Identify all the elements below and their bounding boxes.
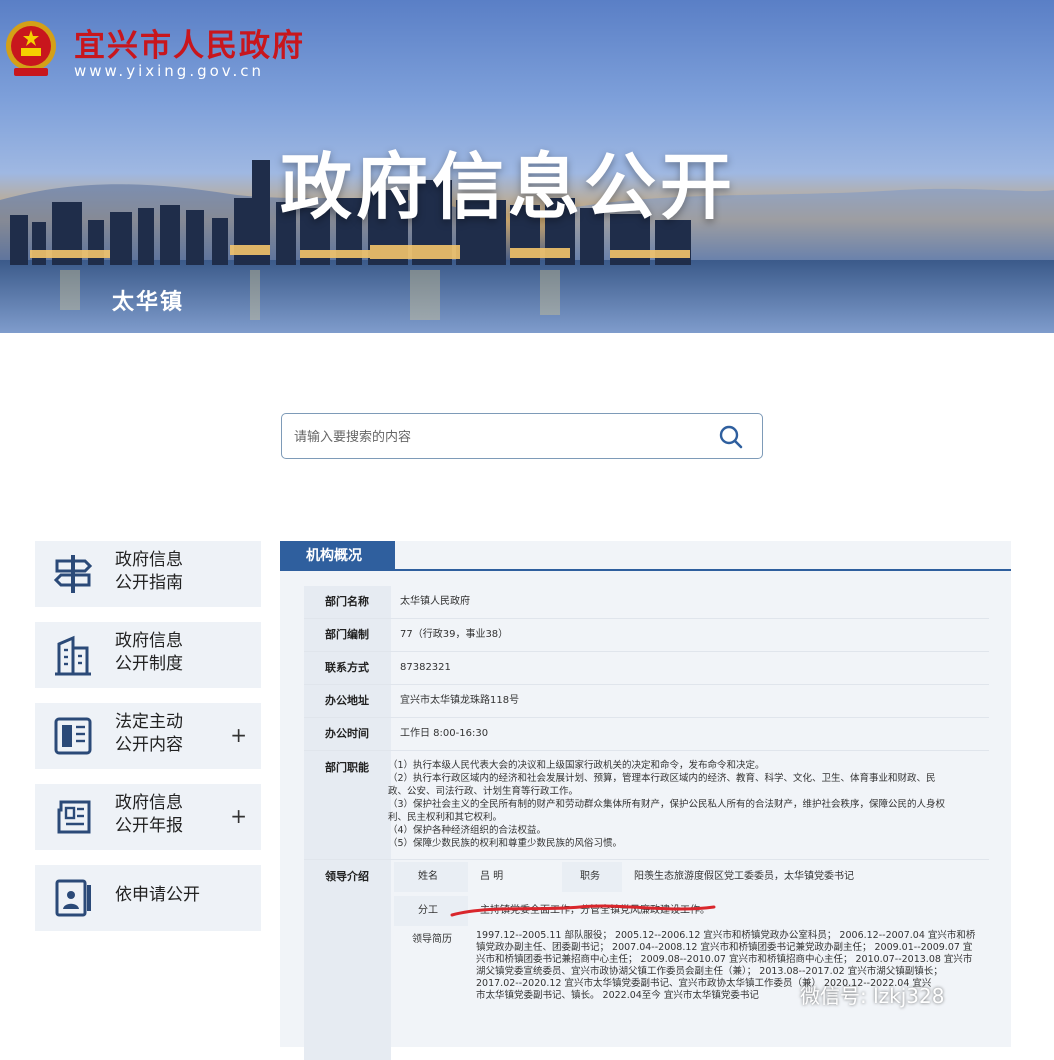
red-annotation-underline bbox=[450, 904, 716, 917]
document-icon bbox=[54, 717, 92, 755]
sidebar-item-label: 政府信息 bbox=[115, 550, 183, 570]
duties-list: （1）执行本级人民代表大会的决议和上级国家行政机关的决定和命令，发布命令和决定。… bbox=[388, 759, 988, 850]
sidebar-item-label: 公开内容 bbox=[115, 735, 183, 755]
national-emblem-icon bbox=[6, 21, 56, 76]
duty-line: （1）执行本级人民代表大会的决议和上级国家行政机关的决定和命令，发布命令和决定。 bbox=[388, 760, 765, 771]
sidebar-item-annual-report[interactable]: 政府信息 公开年报 + bbox=[35, 784, 261, 850]
sidebar-item-label: 公开指南 bbox=[115, 573, 183, 593]
expand-plus-icon[interactable]: + bbox=[230, 723, 247, 747]
row-value: 77（行政39，事业38） bbox=[400, 629, 509, 640]
leader-position: 阳羡生态旅游度假区党工委委员，太华镇党委书记 bbox=[634, 871, 854, 882]
search-box bbox=[281, 413, 763, 459]
duty-line: 利、民主权利和其它权利。 bbox=[388, 812, 503, 823]
hero-title: 政府信息公开 bbox=[280, 145, 737, 229]
leader-position-label: 职务 bbox=[562, 862, 622, 892]
sidebar-item-label: 法定主动 bbox=[115, 712, 183, 732]
table-row: 办公时间 工作日 8:00-16:30 bbox=[304, 718, 989, 751]
row-value: 工作日 8:00-16:30 bbox=[400, 728, 489, 739]
id-card-icon bbox=[55, 879, 91, 917]
site-url[interactable]: www.yixing.gov.cn bbox=[74, 62, 264, 80]
resume-line: 兴市和桥镇团委书记兼招商中心主任； 2009.08--2010.07 宜兴市和桥… bbox=[476, 954, 973, 965]
row-value: 太华镇人民政府 bbox=[400, 596, 470, 607]
duty-line: （5）保障少数民族的权利和尊重少数民族的风俗习惯。 bbox=[388, 838, 623, 849]
row-label: 办公时间 bbox=[304, 718, 391, 750]
table-row: 联系方式 87382321 bbox=[304, 652, 989, 685]
row-label: 领导介绍 bbox=[304, 860, 391, 1060]
sidebar-item-statutory-content[interactable]: 法定主动 公开内容 + bbox=[35, 703, 261, 769]
table-row: 部门名称 太华镇人民政府 bbox=[304, 586, 989, 619]
search-input[interactable] bbox=[292, 423, 696, 451]
resume-line: 镇党政办副主任、团委副书记； 2007.04--2008.12 宜兴市和桥镇团委… bbox=[476, 942, 973, 953]
sidebar-item-label: 政府信息 bbox=[115, 631, 183, 651]
resume-line: 1997.12--2005.11 部队服役； 2005.12--2006.12 … bbox=[476, 930, 976, 941]
search-icon[interactable] bbox=[718, 424, 744, 450]
sidebar-item-guide[interactable]: 政府信息 公开指南 bbox=[35, 541, 261, 607]
leader-name-label: 姓名 bbox=[394, 862, 468, 892]
town-name: 太华镇 bbox=[112, 290, 185, 315]
sidebar-item-label: 依申请公开 bbox=[115, 885, 200, 905]
duty-line: （2）执行本行政区域内的经济和社会发展计划、预算，管理本行政区域内的经济、教育、… bbox=[388, 773, 936, 784]
sidebar-item-label: 政府信息 bbox=[115, 793, 183, 813]
building-icon bbox=[55, 635, 91, 676]
row-label: 部门名称 bbox=[304, 586, 391, 618]
sidebar-item-label: 公开年报 bbox=[115, 816, 183, 836]
row-value: 宜兴市太华镇龙珠路118号 bbox=[400, 695, 520, 706]
resume-line: 湖父镇党委宣统委员、宜兴市政协湖父镇工作委员会副主任（兼）； 2013.08--… bbox=[476, 966, 943, 977]
duty-line: （3）保护社会主义的全民所有制的财产和劳动群众集体所有财产，保护公民私人所有的合… bbox=[388, 799, 946, 810]
table-row-duties: 部门职能 （1）执行本级人民代表大会的决议和上级国家行政机关的决定和命令，发布命… bbox=[304, 751, 989, 860]
site-name[interactable]: 宜兴市人民政府 bbox=[74, 20, 305, 65]
leader-resume-label: 领导简历 bbox=[412, 934, 452, 945]
duty-line: （4）保护各种经济组织的合法权益。 bbox=[388, 825, 547, 836]
row-label: 部门职能 bbox=[304, 751, 391, 859]
table-row: 部门编制 77（行政39，事业38） bbox=[304, 619, 989, 652]
sidebar-item-apply-disclosure[interactable]: 依申请公开 bbox=[35, 865, 261, 931]
newspaper-icon bbox=[57, 800, 91, 834]
row-label: 部门编制 bbox=[304, 619, 391, 651]
sidebar-item-label: 公开制度 bbox=[115, 654, 183, 674]
header-banner: 宜兴市人民政府 www.yixing.gov.cn 政府信息公开 太华镇 bbox=[0, 0, 1054, 333]
expand-plus-icon[interactable]: + bbox=[230, 804, 247, 828]
row-label: 办公地址 bbox=[304, 685, 391, 717]
wechat-watermark: 微信号: lzkj328 bbox=[800, 984, 945, 1008]
table-row: 办公地址 宜兴市太华镇龙珠路118号 bbox=[304, 685, 989, 718]
tab-org-overview[interactable]: 机构概况 bbox=[280, 541, 395, 571]
row-label: 联系方式 bbox=[304, 652, 391, 684]
tab-underline bbox=[395, 569, 1011, 571]
signpost-icon bbox=[53, 555, 93, 593]
row-value: 87382321 bbox=[400, 662, 451, 673]
duty-line: 政、公安、司法行政、计划生育等行政工作。 bbox=[388, 786, 579, 797]
leader-name: 吕 明 bbox=[480, 871, 504, 882]
sidebar-item-system[interactable]: 政府信息 公开制度 bbox=[35, 622, 261, 688]
